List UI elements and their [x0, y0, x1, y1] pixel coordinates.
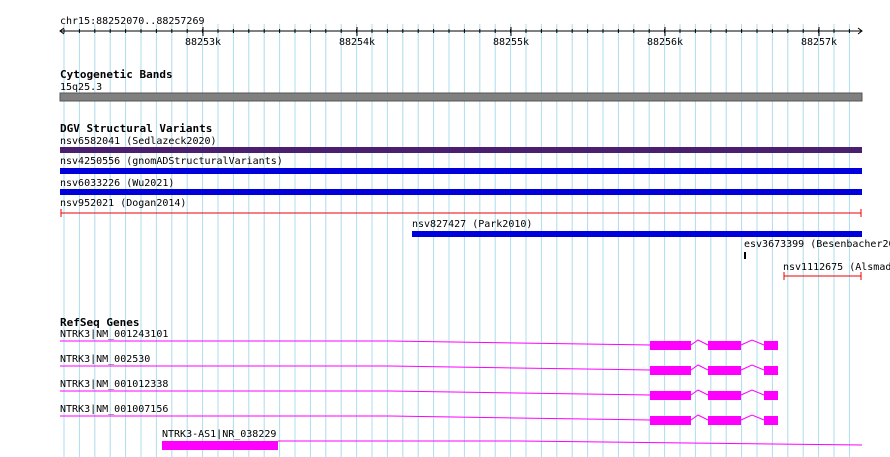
genome-browser-view[interactable]: chr15:88252070..88257269 88253k 88254k 8… [0, 0, 890, 457]
band-label: 15q25.3 [60, 82, 102, 93]
gene-intron [60, 365, 651, 371]
gene-feature[interactable]: NTRK3|NM_001012338 [60, 379, 778, 400]
gene-label: NTRK3|NM_001012338 [60, 379, 168, 390]
variant-feature[interactable]: nsv1112675 (Alsmadi2014) [783, 262, 890, 280]
variant-label: esv3673399 (Besenbacher2016) [744, 239, 890, 250]
gene-exon[interactable] [764, 416, 778, 425]
gene-intron [690, 364, 709, 371]
gene-label: NTRK3|NM_001007156 [60, 404, 168, 415]
gene-exon[interactable] [650, 416, 691, 425]
gene-intron [740, 389, 765, 396]
gene-label: NTRK3-AS1|NR_038229 [162, 429, 276, 440]
gene-feature[interactable]: NTRK3|NM_001243101 [60, 329, 778, 350]
variant-bar[interactable] [60, 189, 862, 195]
variant-label: nsv1112675 (Alsmadi2014) [783, 262, 890, 273]
gene-exon[interactable] [708, 366, 741, 375]
variant-feature[interactable]: nsv952021 (Dogan2014) [60, 198, 862, 217]
dgv-track[interactable]: DGV Structural Variants nsv6582041 (Sedl… [60, 122, 890, 280]
ruler-tick-label: 88255k [493, 37, 529, 48]
variant-feature[interactable]: esv3673399 (Besenbacher2016) [744, 239, 890, 259]
variant-bar[interactable] [60, 168, 862, 174]
gene-intron [740, 364, 765, 371]
variant-label: nsv4250556 (gnomADStructuralVariants) [60, 156, 283, 167]
track-title-dgv: DGV Structural Variants [60, 122, 212, 135]
gene-exon[interactable] [764, 341, 778, 350]
gene-intron [690, 339, 709, 346]
gene-intron [60, 390, 651, 396]
gene-exon[interactable] [650, 391, 691, 400]
gene-label: NTRK3|NM_001243101 [60, 329, 168, 340]
gene-exon[interactable] [708, 391, 741, 400]
variant-feature[interactable]: nsv827427 (Park2010) [412, 219, 862, 237]
ruler-tick-label: 88254k [339, 37, 375, 48]
variant-tick[interactable] [744, 252, 746, 259]
variant-label: nsv952021 (Dogan2014) [60, 198, 186, 209]
variant-label: nsv6582041 (Sedlazeck2020) [60, 136, 217, 147]
gene-exon[interactable] [764, 366, 778, 375]
gene-exon[interactable] [650, 366, 691, 375]
gene-feature[interactable]: NTRK3|NM_001007156 [60, 404, 778, 425]
gene-intron [740, 339, 765, 346]
ruler-tick-label: 88257k [801, 37, 837, 48]
gene-intron [60, 340, 651, 346]
ruler-tick-label: 88256k [647, 37, 683, 48]
gene-intron [740, 414, 765, 421]
gene-exon[interactable] [650, 341, 691, 350]
gene-exon[interactable] [708, 341, 741, 350]
gene-intron [690, 414, 709, 421]
gene-intron [278, 440, 863, 446]
gene-exon[interactable] [708, 416, 741, 425]
track-title-refseq: RefSeq Genes [60, 316, 139, 329]
gene-exon[interactable] [162, 441, 278, 450]
gene-feature[interactable]: NTRK3|NM_002530 [60, 354, 778, 375]
location-label: chr15:88252070..88257269 [60, 16, 205, 27]
variant-label: nsv827427 (Park2010) [412, 219, 532, 230]
variant-bar[interactable] [412, 231, 862, 237]
variant-bar[interactable] [60, 147, 862, 153]
gene-intron [60, 415, 651, 421]
band-bar[interactable] [59, 92, 863, 102]
variant-label: nsv6033226 (Wu2021) [60, 178, 174, 189]
ruler-tick-label: 88253k [185, 37, 221, 48]
track-title-cytogenetic-bands: Cytogenetic Bands [60, 68, 173, 81]
gene-label: NTRK3|NM_002530 [60, 354, 150, 365]
gene-intron [690, 389, 709, 396]
gene-exon[interactable] [764, 391, 778, 400]
